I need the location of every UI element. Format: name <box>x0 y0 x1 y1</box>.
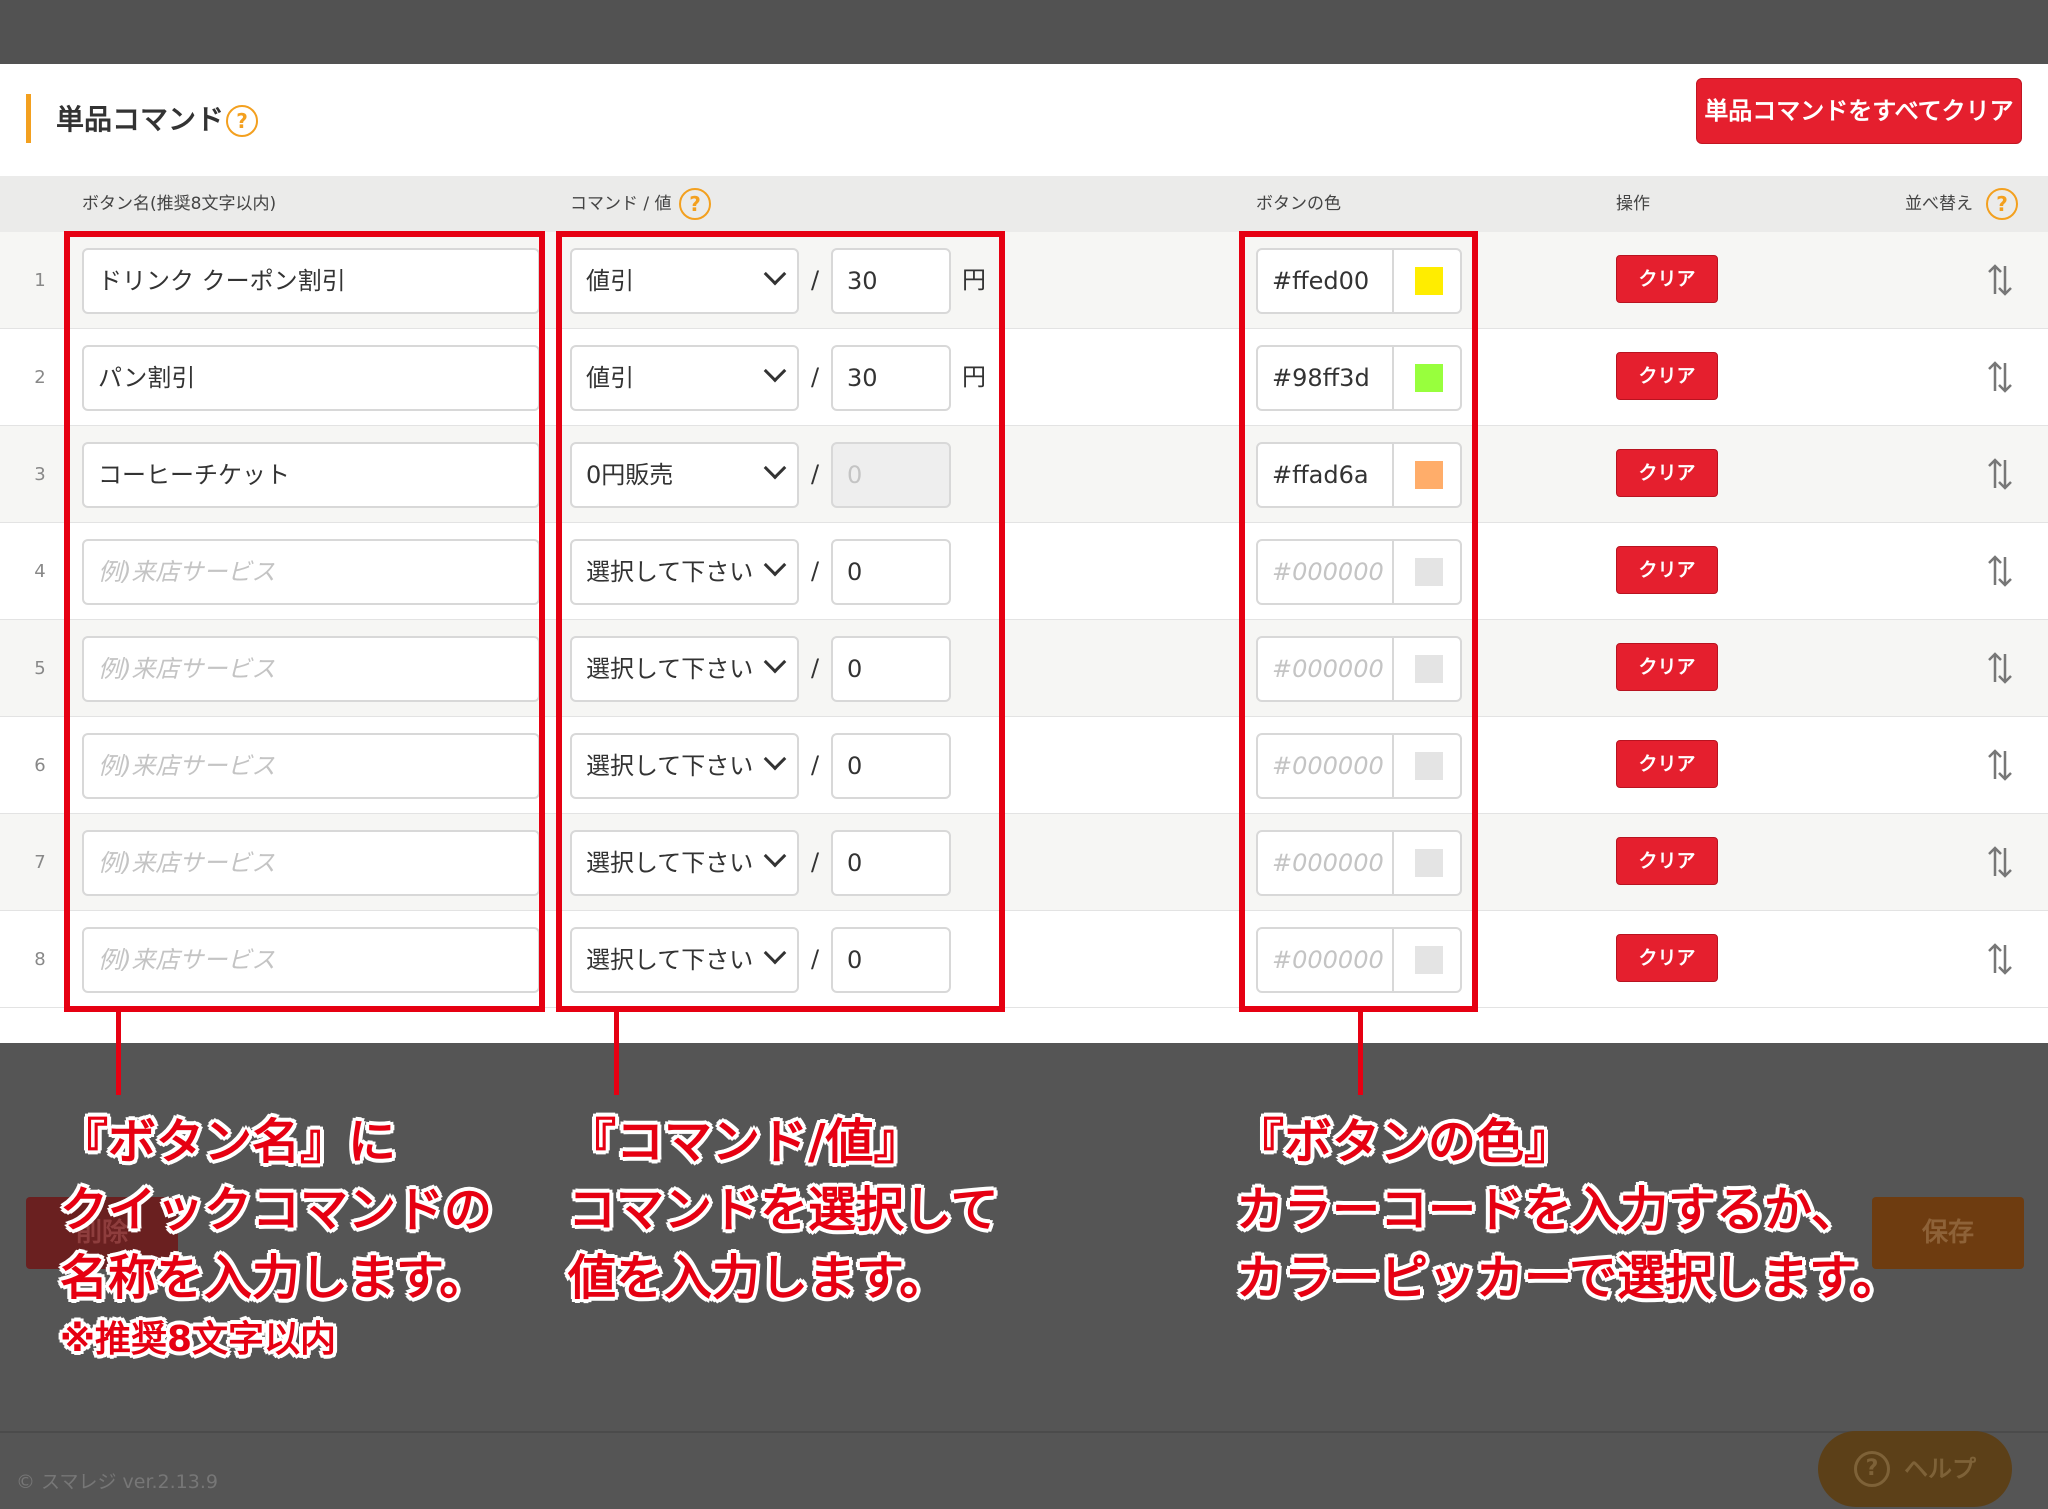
table-header: ボタン名(推奨8文字以内) コマンド / 値 ? ボタンの色 操作 並べ替え ? <box>0 176 2048 232</box>
clear-all-button[interactable]: 単品コマンドをすべてクリア <box>1696 78 2022 144</box>
highlight-name-column <box>64 231 545 1012</box>
sort-arrows-icon[interactable] <box>1986 551 2014 591</box>
annotation-line: 値を入力します。 <box>568 1250 948 1306</box>
annotation-line: 『コマンド/値』 <box>568 1114 922 1170</box>
row-number: 8 <box>34 949 46 970</box>
row-number: 2 <box>34 367 46 388</box>
annotation-line: 『ボタンの色』 <box>1236 1114 1573 1170</box>
row-number: 5 <box>34 658 46 679</box>
question-circle-icon: ? <box>1854 1451 1890 1487</box>
annotation-note: ※推奨8文字以内 <box>60 1319 337 1360</box>
sort-arrows-icon[interactable] <box>1986 648 2014 688</box>
help-label: ヘルプ <box>1904 1455 1976 1483</box>
sort-arrows-icon[interactable] <box>1986 745 2014 785</box>
clear-row-button[interactable]: クリア <box>1616 837 1718 885</box>
help-button[interactable]: ? ヘルプ <box>1818 1431 2012 1507</box>
clear-row-button[interactable]: クリア <box>1616 255 1718 303</box>
sort-arrows-icon[interactable] <box>1986 357 2014 397</box>
question-circle-icon[interactable]: ? <box>1986 188 2018 220</box>
clear-row-button[interactable]: クリア <box>1616 546 1718 594</box>
annotation-color: 『ボタンの色』 カラーコードを入力するか、 カラーピッカーで選択します。 <box>1236 1108 1900 1312</box>
section-title: 単品コマンド <box>56 103 225 136</box>
clear-row-button[interactable]: クリア <box>1616 449 1718 497</box>
sort-arrows-icon[interactable] <box>1986 260 2014 300</box>
annotation-command: 『コマンド/値』 コマンドを選択して 値を入力します。 <box>568 1108 999 1312</box>
question-circle-icon[interactable]: ? <box>679 188 711 220</box>
row-number: 1 <box>34 270 46 291</box>
header-action: 操作 <box>1616 194 1650 214</box>
header-button-color: ボタンの色 <box>1256 194 1341 214</box>
leader-line-name <box>116 1012 121 1095</box>
footer-divider <box>0 1431 2048 1433</box>
header-button-name: ボタン名(推奨8文字以内) <box>82 194 277 214</box>
clear-row-button[interactable]: クリア <box>1616 352 1718 400</box>
sort-arrows-icon[interactable] <box>1986 454 2014 494</box>
section-accent-bar <box>26 94 31 143</box>
annotation-line: カラーピッカーで選択します。 <box>1236 1250 1901 1306</box>
clear-row-button[interactable]: クリア <box>1616 740 1718 788</box>
section-header: 単品コマンド ? 単品コマンドをすべてクリア <box>0 64 2048 176</box>
row-number: 6 <box>34 755 46 776</box>
highlight-color-column <box>1239 231 1478 1012</box>
annotation-name: 『ボタン名』に クイックコマンドの 名称を入力します。 ※推奨8文字以内 <box>60 1108 492 1368</box>
highlight-command-column <box>556 231 1005 1012</box>
sort-arrows-icon[interactable] <box>1986 939 2014 979</box>
annotation-line: コマンドを選択して <box>568 1182 999 1238</box>
clear-row-button[interactable]: クリア <box>1616 643 1718 691</box>
top-bar <box>0 0 2048 64</box>
clear-row-button[interactable]: クリア <box>1616 934 1718 982</box>
leader-line-color <box>1358 1012 1363 1095</box>
sort-arrows-icon[interactable] <box>1986 842 2014 882</box>
header-command-value: コマンド / 値 <box>570 194 672 214</box>
header-sort: 並べ替え <box>1905 194 1973 214</box>
annotation-line: 名称を入力します。 <box>60 1250 488 1306</box>
row-number: 7 <box>34 852 46 873</box>
row-number: 4 <box>34 561 46 582</box>
annotation-line: クイックコマンドの <box>60 1182 493 1238</box>
row-number: 3 <box>34 464 46 485</box>
question-circle-icon[interactable]: ? <box>226 105 258 137</box>
footer-version: © スマレジ ver.2.13.9 <box>16 1471 218 1493</box>
annotation-line: 『ボタン名』に <box>60 1114 397 1170</box>
annotation-line: カラーコードを入力するか、 <box>1236 1182 1860 1238</box>
leader-line-command <box>614 1012 619 1095</box>
